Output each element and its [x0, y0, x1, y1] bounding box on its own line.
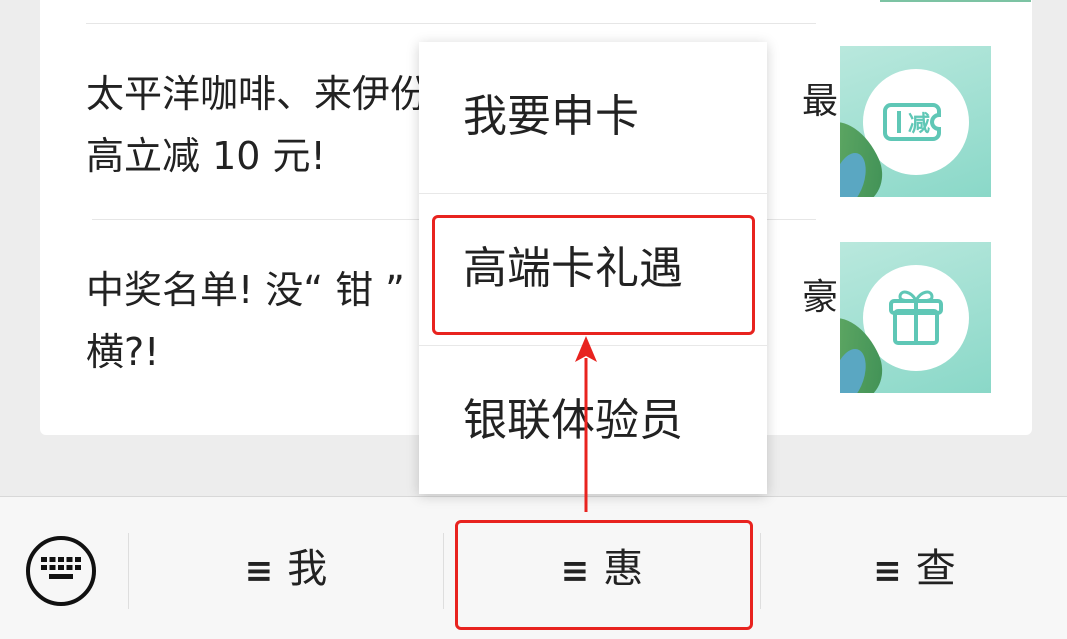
menu-button-wo[interactable]: ≡ 我 [130, 537, 442, 601]
hamburger-icon: ≡ [244, 551, 274, 591]
svg-text:减: 减 [908, 111, 930, 137]
menu-button-cha[interactable]: ≡ 查 [762, 537, 1067, 601]
menu-separator [128, 533, 129, 609]
menu-separator [443, 533, 444, 609]
article-title-tail: 最 [802, 81, 839, 122]
menu-separator [760, 533, 761, 609]
arrow-up-icon [575, 336, 597, 512]
article-title-tail: 豪 [802, 277, 839, 318]
divider [86, 23, 816, 24]
article-thumbnail: 减 [840, 46, 991, 197]
highlight-box [455, 520, 753, 630]
menu-button-label: 我 [287, 546, 328, 592]
highlight-box [432, 215, 755, 335]
hamburger-icon: ≡ [873, 551, 902, 591]
menu-button-label: 查 [915, 546, 956, 592]
thumbnail-edge [880, 0, 1031, 2]
submenu-item-apply-card[interactable]: 我要申卡 [419, 42, 767, 192]
article-thumbnail [840, 242, 991, 393]
keyboard-icon[interactable] [26, 536, 96, 606]
